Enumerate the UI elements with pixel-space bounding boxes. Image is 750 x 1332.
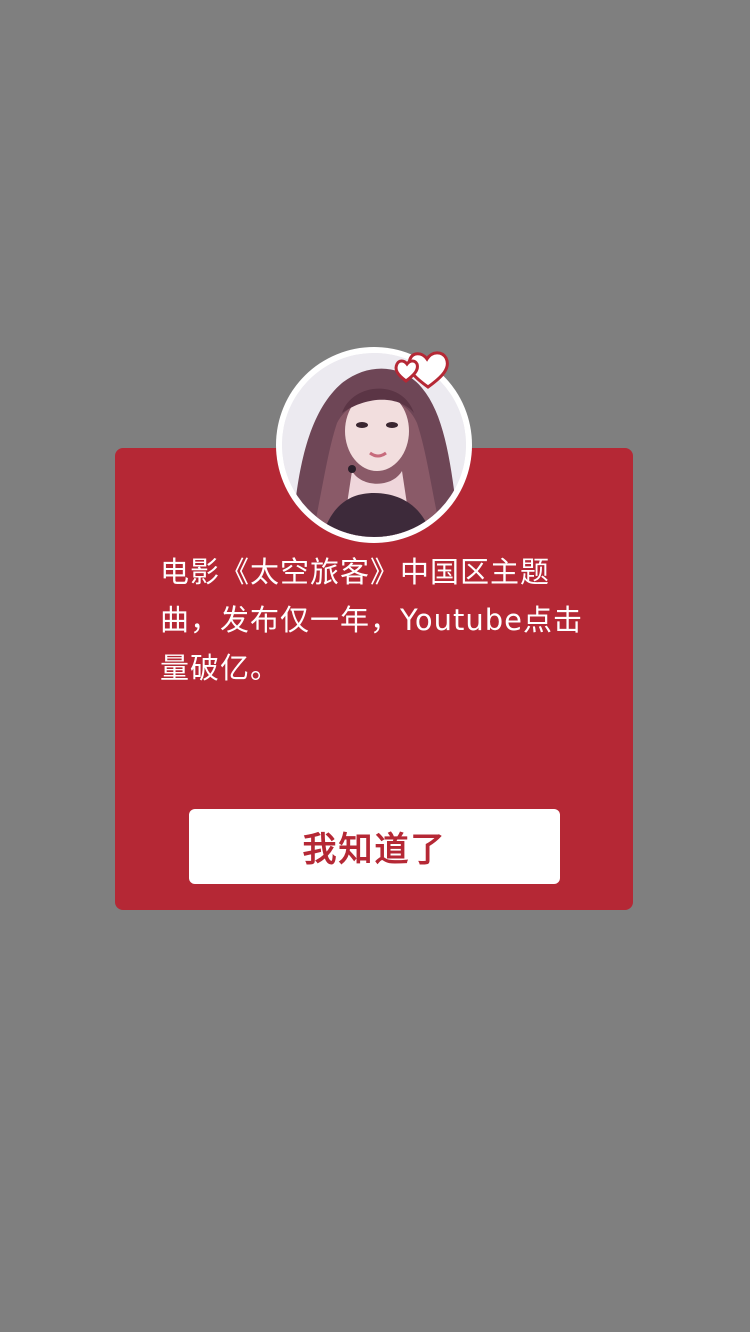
double-heart-icon [394, 351, 449, 389]
acknowledge-button[interactable]: 我知道了 [189, 809, 560, 884]
dialog-message: 电影《太空旅客》中国区主题曲，发布仅一年，Youtube点击量破亿。 [160, 555, 583, 685]
